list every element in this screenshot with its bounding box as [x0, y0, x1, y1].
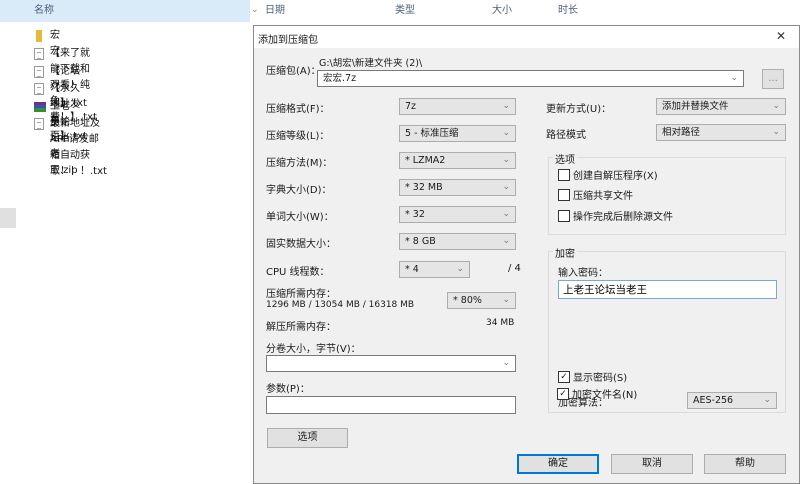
sort-up-icon: ⌃: [142, 0, 150, 7]
mem-detail: 1296 MB / 13054 MB / 16318 MB: [266, 300, 415, 310]
update-label: 更新方式(U)：: [546, 104, 612, 115]
chevron-down-icon: ⌄: [772, 127, 780, 137]
checkbox-box: [558, 189, 570, 201]
chevron-down-icon: ⌄: [502, 128, 510, 138]
sfx-checkbox[interactable]: 创建自解压程序(X): [558, 169, 658, 184]
options-button[interactable]: 选项: [267, 428, 348, 448]
params-label: 参数(P)：: [266, 384, 310, 395]
cpu-label: CPU 线程数：: [266, 267, 330, 278]
archive-name-combo[interactable]: 宏宏.7z ⌄: [317, 70, 744, 87]
chevron-down-icon: ⌄: [502, 182, 510, 192]
solid-label: 固实数据大小：: [266, 239, 336, 250]
chevron-down-icon: ⌄: [763, 395, 771, 405]
folder-icon: [36, 30, 42, 42]
split-label: 分卷大小，字节(V)：: [266, 344, 361, 355]
dict-label: 字典大小(D)：: [266, 185, 332, 196]
decomp-label: 解压所需内存：: [266, 322, 336, 333]
chevron-down-icon: ⌄: [772, 101, 780, 111]
text-file-icon: [34, 48, 44, 60]
dict-select[interactable]: * 32 MB ⌄: [399, 179, 516, 196]
dialog-title: 添加到压缩包: [258, 35, 318, 46]
chevron-down-icon: ⌄: [502, 358, 510, 368]
level-label: 压缩等级(L)：: [266, 131, 330, 142]
encrypt-names-checkbox[interactable]: ✓ 加密文件名(N): [557, 388, 637, 403]
text-file-icon: [34, 66, 44, 78]
options-group-title: 选项: [553, 151, 577, 166]
options-group: 选项 创建自解压程序(X) 压缩共享文件 操作完成后删除源文件: [548, 151, 786, 235]
encryption-group-title: 加密: [553, 245, 577, 260]
method-select[interactable]: * LZMA2 ⌄: [399, 152, 516, 169]
chevron-down-icon: ⌄: [456, 264, 464, 274]
column-header-name[interactable]: 名称 ⌃ ⌄: [0, 0, 259, 22]
format-select[interactable]: 7z ⌄: [399, 98, 516, 115]
cpu-select[interactable]: * 4 ⌄: [399, 261, 470, 278]
password-input[interactable]: [558, 280, 777, 299]
pathmode-select[interactable]: 相对路径 ⌄: [656, 124, 786, 141]
cancel-button[interactable]: 取消: [611, 454, 693, 474]
decomp-value: 34 MB: [486, 318, 515, 328]
algo-select[interactable]: AES-256 ⌄: [687, 392, 777, 409]
cpu-max: / 4: [508, 263, 521, 274]
word-label: 单词大小(W)：: [266, 212, 334, 223]
mem-select[interactable]: * 80% ⌄: [447, 292, 516, 309]
checkbox-box: [558, 169, 570, 181]
checkbox-box: [558, 210, 570, 222]
ok-button[interactable]: 确定: [517, 454, 599, 474]
update-select[interactable]: 添加并替换文件 ⌄: [656, 98, 786, 115]
solid-select[interactable]: * 8 GB ⌄: [399, 233, 516, 250]
params-input[interactable]: [266, 396, 516, 414]
text-file-icon: [34, 83, 44, 95]
archive-path: G:\胡宏\新建文件夹 (2)\: [319, 58, 423, 69]
shared-files-checkbox[interactable]: 压缩共享文件: [558, 189, 633, 204]
chevron-down-icon: ⌄: [502, 236, 510, 246]
mem-label: 压缩所需内存：: [266, 289, 336, 300]
text-file-icon: [34, 118, 44, 130]
chevron-down-icon: ⌄: [730, 73, 738, 83]
archive-icon: [34, 102, 46, 112]
close-icon[interactable]: ✕: [776, 29, 786, 43]
chevron-down-icon: ⌄: [502, 295, 510, 305]
checkmark-icon: ✓: [558, 371, 570, 383]
format-label: 压缩格式(F)：: [266, 104, 330, 115]
split-size-combo[interactable]: ⌄: [266, 355, 516, 372]
method-label: 压缩方法(M)：: [266, 158, 333, 169]
title-bar: 添加到压缩包 ✕: [254, 26, 799, 48]
level-select[interactable]: 5 - 标准压缩 ⌄: [399, 125, 516, 142]
chevron-down-icon: ⌄: [502, 209, 510, 219]
column-name-label: 名称: [34, 5, 54, 16]
scroll-handle[interactable]: [0, 208, 16, 228]
column-size[interactable]: 大小: [492, 0, 512, 22]
show-password-checkbox[interactable]: ✓ 显示密码(S): [558, 371, 627, 386]
delete-source-checkbox[interactable]: 操作完成后删除源文件: [558, 210, 673, 225]
add-to-archive-dialog: 添加到压缩包 ✕ 压缩包(A)： G:\胡宏\新建文件夹 (2)\ 宏宏.7z ⌄…: [253, 25, 800, 484]
column-date[interactable]: 日期: [265, 0, 285, 22]
browse-button[interactable]: ...: [762, 69, 784, 89]
chevron-down-icon: ⌄: [502, 101, 510, 111]
word-select[interactable]: * 32 ⌄: [399, 206, 516, 223]
password-label: 输入密码：: [558, 268, 608, 279]
chevron-down-icon[interactable]: ⌄: [251, 5, 259, 15]
column-type[interactable]: 类型: [395, 0, 415, 22]
column-duration[interactable]: 时长: [558, 0, 578, 22]
help-button[interactable]: 帮助: [704, 454, 786, 474]
chevron-down-icon: ⌄: [502, 155, 510, 165]
checkmark-icon: ✓: [557, 388, 569, 400]
archive-label: 压缩包(A)：: [266, 66, 321, 77]
pathmode-label: 路径模式: [546, 130, 586, 141]
